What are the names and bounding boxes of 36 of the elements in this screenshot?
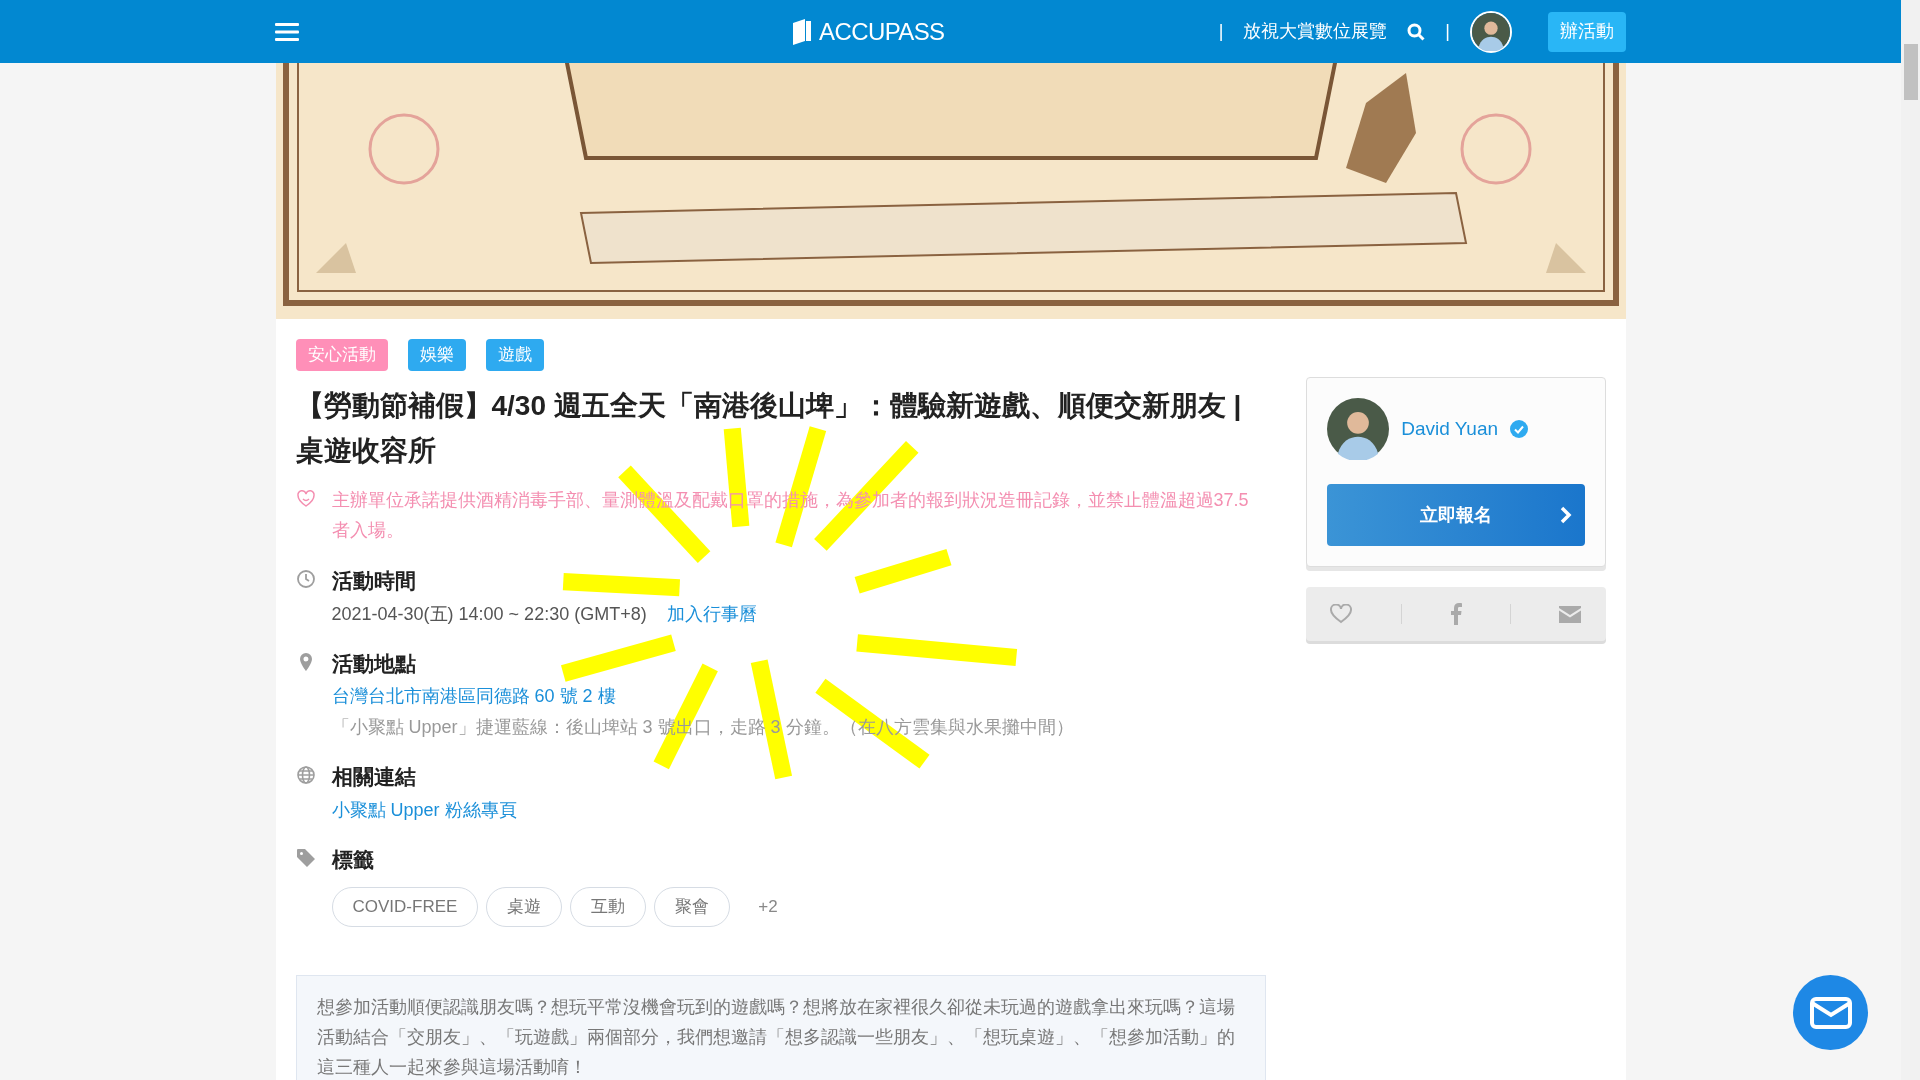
- organizer-avatar: [1327, 398, 1390, 460]
- user-avatar: [1472, 12, 1510, 51]
- address-link[interactable]: 台灣台北市南港區同德路 60 號 2 樓: [331, 683, 1074, 710]
- section-heading: 相關連結: [331, 764, 417, 790]
- search-icon[interactable]: [1407, 22, 1426, 41]
- event-title: 【勞動節補假】4/30 週五全天「南港後山埤」：體驗新遊戲、順便交新朋友 | 桌遊收容所: [295, 389, 1243, 468]
- category-tag[interactable]: 遊戲: [485, 339, 544, 371]
- category-tag[interactable]: 娛樂: [407, 339, 466, 371]
- section-heading: 活動時間: [331, 568, 417, 594]
- mail-icon[interactable]: [1559, 605, 1582, 623]
- chevron-right-icon: [1558, 506, 1573, 524]
- nav-link[interactable]: 放視大賞數位展覽: [1243, 18, 1388, 45]
- event-time: 2021-04-30(五) 14:00 ~ 22:30 (GMT+8): [331, 602, 647, 626]
- category-tag[interactable]: 安心活動: [295, 339, 388, 371]
- logo-text[interactable]: ACCUPASS: [819, 13, 945, 50]
- separator: |: [1445, 20, 1450, 43]
- facebook-icon[interactable]: [1449, 603, 1462, 625]
- separator: |: [1218, 20, 1224, 43]
- description-text: 想參加活動順便認識朋友嗎？想玩平常沒機會玩到的遊戲嗎？想將放在家裡很久卻從未玩過的遊戲拿出來玩嗎？這場活動結合「交朋友」、「玩遊戲」兩個部分，我們想邀請「想多認識一些朋友」、「想玩桌遊」、「想參加活動」的這三種人一起來參與這場活動唷！: [316, 997, 1235, 1077]
- section-heading: 活動地點: [331, 650, 417, 677]
- heart-icon[interactable]: [1330, 604, 1353, 624]
- tag-icon: [295, 847, 316, 868]
- organizer-name[interactable]: David Yuan: [1401, 414, 1499, 444]
- register-button[interactable]: 立即報名: [1327, 484, 1585, 546]
- scrollbar[interactable]: [1901, 0, 1920, 1080]
- more-tags-link[interactable]: +2: [738, 894, 798, 920]
- logo-icon: [793, 18, 812, 45]
- add-to-calendar-link[interactable]: 加入行事曆: [666, 600, 757, 628]
- clock-icon: [295, 569, 316, 589]
- mail-icon: [1809, 996, 1852, 1029]
- create-event-button[interactable]: 辦活動: [1548, 11, 1626, 52]
- section-heading: 標籤: [331, 846, 375, 873]
- globe-icon: [295, 765, 316, 785]
- heart-face-icon: [295, 489, 316, 509]
- menu-icon[interactable]: [275, 21, 299, 42]
- fan-page-link[interactable]: 小聚點 Upper 粉絲專頁: [331, 796, 517, 824]
